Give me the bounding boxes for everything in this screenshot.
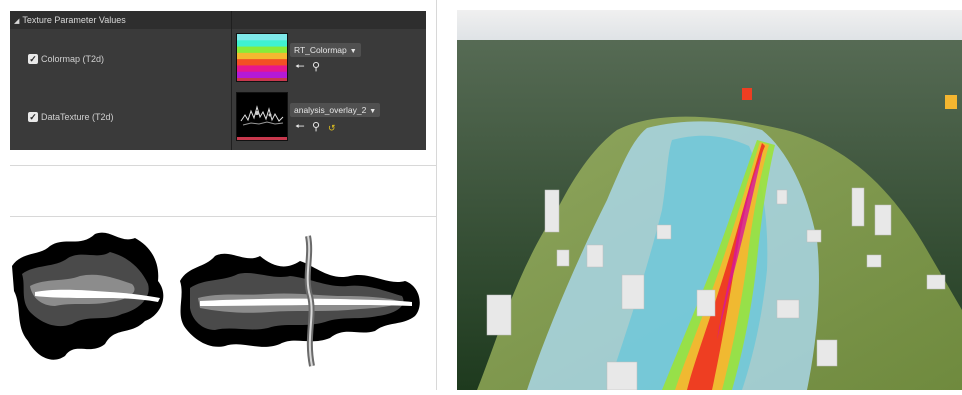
datatexture-asset-name: analysis_overlay_2 [294, 105, 367, 115]
datatexture-asset-dropdown[interactable]: analysis_overlay_2 ▼ [290, 103, 381, 117]
analysis-overlay-image [10, 226, 426, 376]
vertical-separator [436, 0, 437, 390]
colormap-param-label: Colormap (T2d) [41, 54, 105, 64]
datatexture-checkbox[interactable]: ✓ [28, 112, 38, 122]
datatexture-thumbnail[interactable] [236, 92, 288, 141]
colormap-asset-dropdown[interactable]: RT_Colormap ▼ [290, 43, 361, 57]
arrow-left-icon[interactable]: 🠔 [295, 62, 305, 73]
thumbnail-bar [237, 78, 287, 81]
separator-line [10, 216, 436, 217]
colormap-asset-name: RT_Colormap [294, 45, 347, 55]
colormap-stripe [237, 34, 287, 41]
colormap-stripe [237, 40, 287, 48]
colormap-stripe [237, 46, 287, 54]
search-icon[interactable]: ⚲ [312, 62, 320, 73]
colormap-stripe [237, 65, 287, 73]
arrow-left-icon[interactable]: 🠔 [295, 122, 305, 133]
colormap-stripe [237, 52, 287, 60]
datatexture-param-label: DataTexture (T2d) [41, 112, 114, 122]
collapse-triangle-icon[interactable]: ◢ [14, 18, 19, 25]
texture-parameter-panel: ◢ Texture Parameter Values ✓ Colormap (T2… [10, 11, 426, 150]
search-icon[interactable]: ⚲ [312, 122, 320, 133]
colormap-thumbnail[interactable] [236, 33, 288, 82]
column-divider[interactable] [231, 11, 232, 150]
texture-parameter-values-header[interactable]: ◢ Texture Parameter Values [10, 11, 426, 29]
chevron-down-icon: ▼ [349, 48, 357, 55]
datatexture-preview [240, 105, 284, 126]
reset-arrow-icon[interactable]: ↺ [328, 123, 336, 134]
terrain-viewport-render [457, 10, 962, 391]
separator-line [10, 165, 436, 166]
header-title: Texture Parameter Values [22, 15, 126, 25]
colormap-checkbox[interactable]: ✓ [28, 54, 38, 64]
chevron-down-icon: ▼ [369, 108, 377, 115]
colormap-stripe [237, 59, 287, 66]
colormap-gradient [237, 34, 287, 79]
thumbnail-bar [237, 137, 287, 140]
